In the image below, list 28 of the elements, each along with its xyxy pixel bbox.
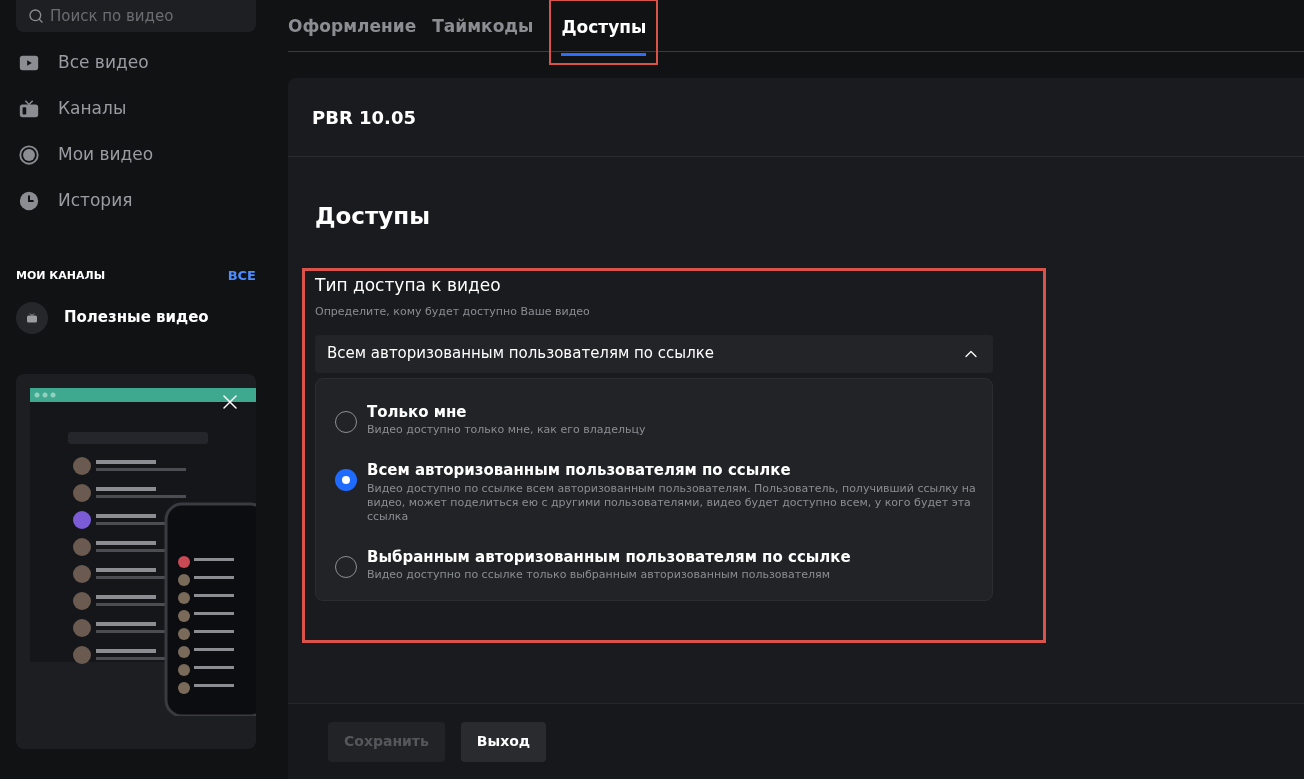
channel-item[interactable]: Полезные видео [16,301,256,334]
record-icon [18,144,40,166]
channel-avatar [16,301,48,334]
option-title[interactable]: Всем авторизованным пользователям по ссылке [367,459,980,482]
field-hint: Определите, кому будет доступно Ваше видео [315,304,591,320]
access-dropdown[interactable]: Всем авторизованным пользователям по ссылке [315,334,993,373]
video-title: PBR 10.05 [312,105,416,130]
field-label: Тип доступа к видео [315,273,502,297]
tab[interactable]: Оформление [288,0,417,55]
section-title: Доступы [315,202,431,231]
option-title[interactable]: Выбранным авторизованным пользователям по ссылке [367,545,851,568]
option-description: Видео доступно по ссылке только выбранным авторизованным пользователям [367,568,831,582]
option-description: Видео доступно только мне, как его владельцу [367,423,646,437]
tv-icon [18,98,40,120]
exit-button[interactable]: Выход [460,721,547,762]
radio-button[interactable] [335,469,357,491]
option-title[interactable]: Только мне [367,400,646,423]
nav-item[interactable]: Все видео [16,40,256,86]
section-heading: МОИ КАНАЛЫ [16,267,106,284]
nav-item[interactable]: Мои видео [16,132,256,178]
option-description: Видео доступно по ссылке всем авторизованным пользователям. Пользователь, получивший ссылку на видео, может поделиться ею с другими пользователями, видео будет доступно всем, у кого будет эта ссылка [367,481,977,524]
nav-item[interactable]: История [16,178,256,224]
all-channels-link[interactable]: ВСЕ [227,266,256,286]
nav-item[interactable]: Каналы [16,86,256,132]
tab[interactable]: Таймкоды [432,0,534,55]
search-field[interactable]: Поиск по видео [16,0,256,32]
search-icon [28,8,44,24]
clock-icon [18,190,40,212]
